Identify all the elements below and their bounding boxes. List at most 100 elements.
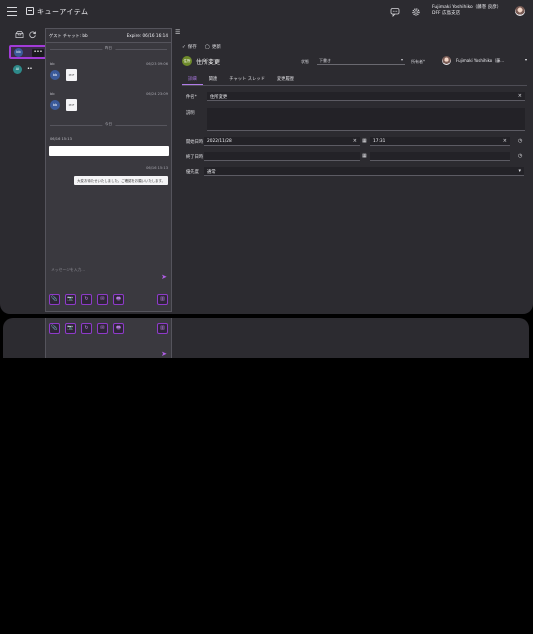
end-date-input[interactable]: [204, 152, 360, 161]
message-sender: bb: [50, 92, 55, 96]
pane-toggle-icon[interactable]: ☰: [175, 29, 180, 36]
message-time: 06/23 09:06: [146, 62, 168, 66]
refresh-icon[interactable]: [28, 30, 37, 39]
chat-rail: bb ••• AI ••: [5, 28, 47, 310]
status-select[interactable]: 下書き ▾: [317, 56, 405, 65]
clear-icon[interactable]: ×: [518, 93, 522, 99]
camera-icon[interactable]: 📷: [65, 294, 76, 305]
secondary-window-strip: 📎 📷 ↻ ✉ 🖶 ▥ ➤: [3, 318, 529, 358]
clock-icon[interactable]: ◷: [518, 138, 522, 144]
attach-icon[interactable]: 📎: [49, 323, 60, 334]
clock-icon[interactable]: ◷: [518, 153, 522, 159]
message-avatar: bb: [50, 100, 60, 110]
message-box: [49, 146, 169, 156]
print-icon[interactable]: 🖶: [113, 294, 124, 305]
room-more-button[interactable]: •••: [32, 49, 44, 57]
rotate-icon[interactable]: ↻: [81, 294, 92, 305]
start-date-value: 2022/11/28: [207, 139, 232, 144]
tab-details[interactable]: 詳細: [182, 73, 203, 85]
update-label: 更新: [211, 45, 221, 50]
end-label: 終了日時: [186, 155, 204, 160]
start-time-value: 17:31: [373, 139, 386, 144]
divider-label: 今日: [101, 122, 116, 127]
priority-select[interactable]: 通常 ▾: [204, 167, 524, 176]
subject-label: 件名*: [186, 95, 197, 100]
queue-item-icon: [26, 7, 34, 15]
item-title: 住所変更: [196, 59, 221, 66]
chevron-down-icon: ▾: [400, 57, 403, 62]
mail-icon[interactable]: ✉: [97, 294, 108, 305]
chat-room-active[interactable]: bb •••: [9, 45, 47, 59]
chat-toolbar-strip: 📎 📷 ↻ ✉ 🖶 ▥: [49, 323, 169, 335]
message-bubble: 大変お待たせいたしました。ご確認をお願いいたします。: [74, 176, 168, 185]
message-time: 06/24 23:09: [146, 92, 168, 96]
tab-history[interactable]: 変更履歴: [271, 73, 300, 85]
item-detail-pane: ☰ ✓ 保存 ◯ 更新 住所 住所変更 状態 下書き ▾ 所有者* Fujimaki…: [172, 24, 533, 314]
panel-toggle-icon[interactable]: ▥: [157, 294, 168, 305]
chat-icon[interactable]: [390, 7, 400, 17]
mail-icon[interactable]: ✉: [97, 323, 108, 334]
chat-expire: Expire: 06/16 16:14: [126, 33, 168, 38]
start-date-input[interactable]: 2022/11/28 ×: [204, 137, 360, 146]
send-icon[interactable]: ➤: [161, 350, 167, 358]
room-avatar: bb: [14, 48, 23, 57]
start-time-input[interactable]: 17:31 ×: [370, 137, 510, 146]
top-bar: キューアイテム Fujimaki Yoshihiko（藤巻 良彦） DFF 広島…: [0, 0, 533, 24]
clear-icon[interactable]: ×: [503, 138, 507, 144]
save-label: 保存: [187, 45, 197, 50]
description-textarea[interactable]: [207, 108, 525, 131]
save-button[interactable]: ✓ 保存: [182, 44, 197, 51]
menu-icon[interactable]: [7, 7, 17, 16]
send-icon[interactable]: ➤: [161, 273, 167, 281]
status-label: 状態: [301, 59, 309, 64]
end-time-input[interactable]: [370, 152, 510, 161]
panel-toggle-icon[interactable]: ▥: [157, 323, 168, 334]
user-info[interactable]: Fujimaki Yoshihiko（藤巻 良彦） DFF 広島支店: [432, 5, 501, 17]
file-attachment[interactable]: PDF: [66, 99, 77, 111]
check-icon: ✓: [182, 44, 186, 50]
attach-icon[interactable]: 📎: [49, 294, 60, 305]
description-label: 説明: [186, 111, 195, 116]
subject-value: 住所変更: [210, 95, 228, 100]
date-divider: 昨日: [50, 46, 167, 51]
calendar-icon[interactable]: ▦: [362, 138, 367, 144]
user-avatar[interactable]: [515, 6, 525, 16]
chat-panel-strip: 📎 📷 ↻ ✉ 🖶 ▥ ➤: [45, 318, 172, 358]
item-header: 住所 住所変更 状態 下書き ▾ 所有者* Fujimaki Yoshihiko…: [182, 56, 527, 68]
chevron-down-icon: ▾: [518, 168, 521, 174]
calendar-icon[interactable]: ▦: [362, 153, 367, 159]
room-dots: ••: [27, 66, 32, 72]
chat-header: ゲスト チャット: bb Expire: 06/16 16:14: [46, 29, 171, 43]
tab-chat-thread[interactable]: チャット スレッド: [223, 73, 271, 85]
gear-icon[interactable]: [411, 7, 421, 17]
owner-select[interactable]: Fujimaki Yoshihiko（藤... ▾: [454, 56, 527, 65]
user-org: DFF 広島支店: [432, 11, 461, 16]
compose-input[interactable]: メッセージを入力...: [49, 265, 169, 285]
print-icon[interactable]: 🖶: [113, 323, 124, 334]
chevron-down-icon: ▾: [524, 57, 527, 62]
clear-icon[interactable]: ×: [353, 138, 357, 144]
owner-label: 所有者*: [411, 59, 425, 64]
message-time: 06/16 15:13: [146, 166, 168, 170]
file-attachment[interactable]: PDF: [66, 69, 77, 81]
rotate-icon[interactable]: ↻: [81, 323, 92, 334]
date-divider: 今日: [50, 122, 167, 127]
priority-label: 優先度: [186, 170, 199, 175]
refresh-icon: ◯: [204, 44, 210, 50]
status-value: 下書き: [319, 58, 331, 63]
app-window: キューアイテム Fujimaki Yoshihiko（藤巻 良彦） DFF 広島…: [0, 0, 533, 314]
update-button[interactable]: ◯ 更新: [204, 44, 221, 51]
item-type-badge: 住所: [182, 56, 192, 66]
start-label: 開始日時: [186, 140, 204, 145]
camera-icon[interactable]: 📷: [65, 323, 76, 334]
inbox-icon[interactable]: [15, 30, 24, 39]
guest-chat-panel: ゲスト チャット: bb Expire: 06/16 16:14 昨日 bb 0…: [45, 28, 172, 312]
tab-related[interactable]: 関連: [203, 73, 224, 85]
detail-tabs: 詳細 関連 チャット スレッド 変更履歴: [182, 73, 527, 85]
subject-input[interactable]: 住所変更 ×: [207, 92, 525, 101]
divider-label: 昨日: [101, 46, 116, 51]
priority-value: 通常: [207, 170, 216, 175]
owner-avatar: [442, 56, 451, 65]
message-time-left: 06/16 15:13: [50, 137, 72, 141]
room-avatar-ai[interactable]: AI: [13, 65, 22, 74]
